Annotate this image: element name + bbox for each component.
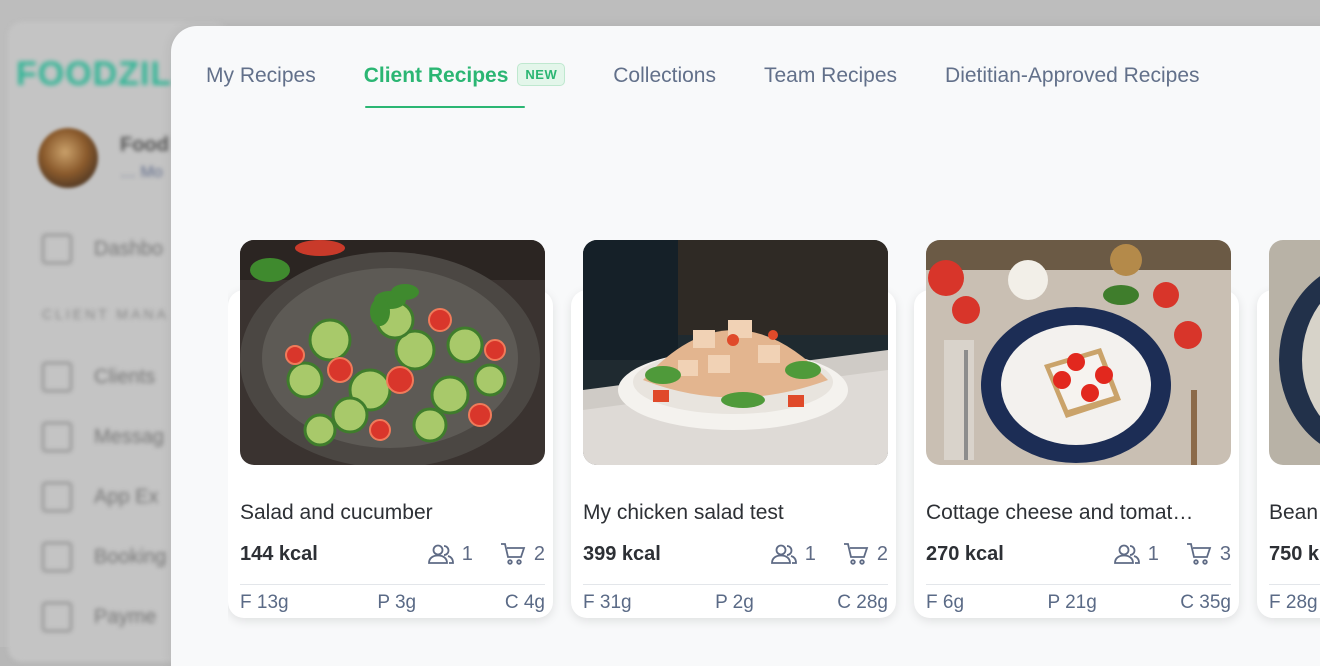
recipe-image (583, 240, 888, 465)
tab-team-recipes[interactable]: Team Recipes (764, 64, 897, 108)
payments-icon (42, 602, 72, 632)
recipe-calories: 144 kcal (240, 543, 318, 565)
recipe-meta: 1 2 (770, 542, 888, 566)
recipe-card[interactable]: My chicken salad test 399 kcal 1 2 F 31g… (571, 240, 896, 618)
app-icon (42, 482, 72, 512)
sidebar-item-clients: Clients (42, 362, 155, 392)
recipe-grid: Salad and cucumber 144 kcal 1 2 F 13g P … (228, 240, 1320, 666)
recipe-macros: F 31g P 2g C 28g (583, 592, 888, 614)
sidebar-section-label: CLIENT MANA (42, 306, 169, 322)
fat-value: F 31g (583, 592, 632, 613)
recipe-meta: 1 3 (1113, 542, 1231, 566)
tab-dietitian-approved-recipes[interactable]: Dietitian-Approved Recipes (945, 64, 1199, 108)
recipe-card[interactable]: Cottage cheese and tomat… 270 kcal 1 3 F… (914, 240, 1239, 618)
sidebar-item-booking: Booking (42, 542, 166, 572)
cart-icon (500, 543, 526, 565)
recipe-calories: 270 kcal (926, 543, 1004, 565)
sidebar-item-messages: Messag (42, 422, 164, 452)
recipe-card[interactable]: Bean 750 k F 28g (1257, 240, 1320, 618)
protein-value: P 3g (377, 592, 417, 613)
recipe-macros: F 13g P 3g C 4g (240, 592, 545, 614)
user-name: Food (120, 134, 169, 156)
users-icon (770, 544, 797, 564)
carbs-value: C 4g (504, 592, 545, 613)
avatar (38, 128, 98, 188)
recipe-calories: 399 kcal (583, 543, 661, 565)
booking-icon (42, 542, 72, 572)
fat-value: F 28g (1269, 592, 1318, 613)
carbs-value: C 28g (837, 592, 888, 613)
recipe-macros: F 28g (1269, 592, 1320, 614)
recipe-title[interactable]: Bean (1269, 501, 1320, 525)
recipe-image (1269, 240, 1320, 465)
messages-icon (42, 422, 72, 452)
tab-collections[interactable]: Collections (613, 64, 716, 108)
fat-value: F 13g (240, 592, 289, 613)
clients-icon (42, 362, 72, 392)
cart-count: 3 (1185, 542, 1231, 566)
divider (1269, 584, 1320, 585)
users-icon (427, 544, 454, 564)
sidebar-item-dashboard: Dashbo (42, 234, 163, 264)
recipe-card[interactable]: Salad and cucumber 144 kcal 1 2 F 13g P … (228, 240, 553, 618)
recipe-meta: 1 2 (427, 542, 545, 566)
carbs-value: C 35g (1180, 592, 1231, 613)
recipe-image (240, 240, 545, 465)
protein-value: P 2g (715, 592, 754, 613)
recipe-tabs: My Recipes Client Recipes NEW Collection… (206, 62, 1248, 108)
cart-icon (843, 543, 869, 565)
cart-count: 2 (499, 542, 545, 566)
sidebar-item-app: App Ex (42, 482, 158, 512)
divider (926, 584, 1231, 585)
sidebar-item-payments: Payme (42, 602, 156, 632)
recipe-title[interactable]: Cottage cheese and tomat… (926, 501, 1231, 525)
tab-my-recipes[interactable]: My Recipes (206, 64, 316, 108)
active-tab-indicator (364, 106, 525, 108)
tab-client-recipes[interactable]: Client Recipes NEW (364, 62, 566, 108)
protein-value: P 21g (1047, 592, 1097, 613)
divider (240, 584, 545, 585)
fat-value: F 6g (926, 592, 965, 613)
dashboard-icon (42, 234, 72, 264)
new-badge: NEW (517, 62, 566, 86)
cart-icon (1186, 543, 1212, 565)
users-icon (1113, 544, 1140, 564)
cart-count: 2 (842, 542, 888, 566)
user-subtitle: … Mo (120, 164, 163, 181)
divider (583, 584, 888, 585)
recipe-image (926, 240, 1231, 465)
recipe-calories: 750 k (1269, 543, 1320, 565)
clients-count: 1 (1113, 542, 1159, 566)
recipe-title[interactable]: Salad and cucumber (240, 501, 545, 525)
clients-count: 1 (770, 542, 816, 566)
recipe-title[interactable]: My chicken salad test (583, 501, 888, 525)
clients-count: 1 (427, 542, 473, 566)
recipe-macros: F 6g P 21g C 35g (926, 592, 1231, 614)
recipes-modal: My Recipes Client Recipes NEW Collection… (171, 26, 1320, 666)
